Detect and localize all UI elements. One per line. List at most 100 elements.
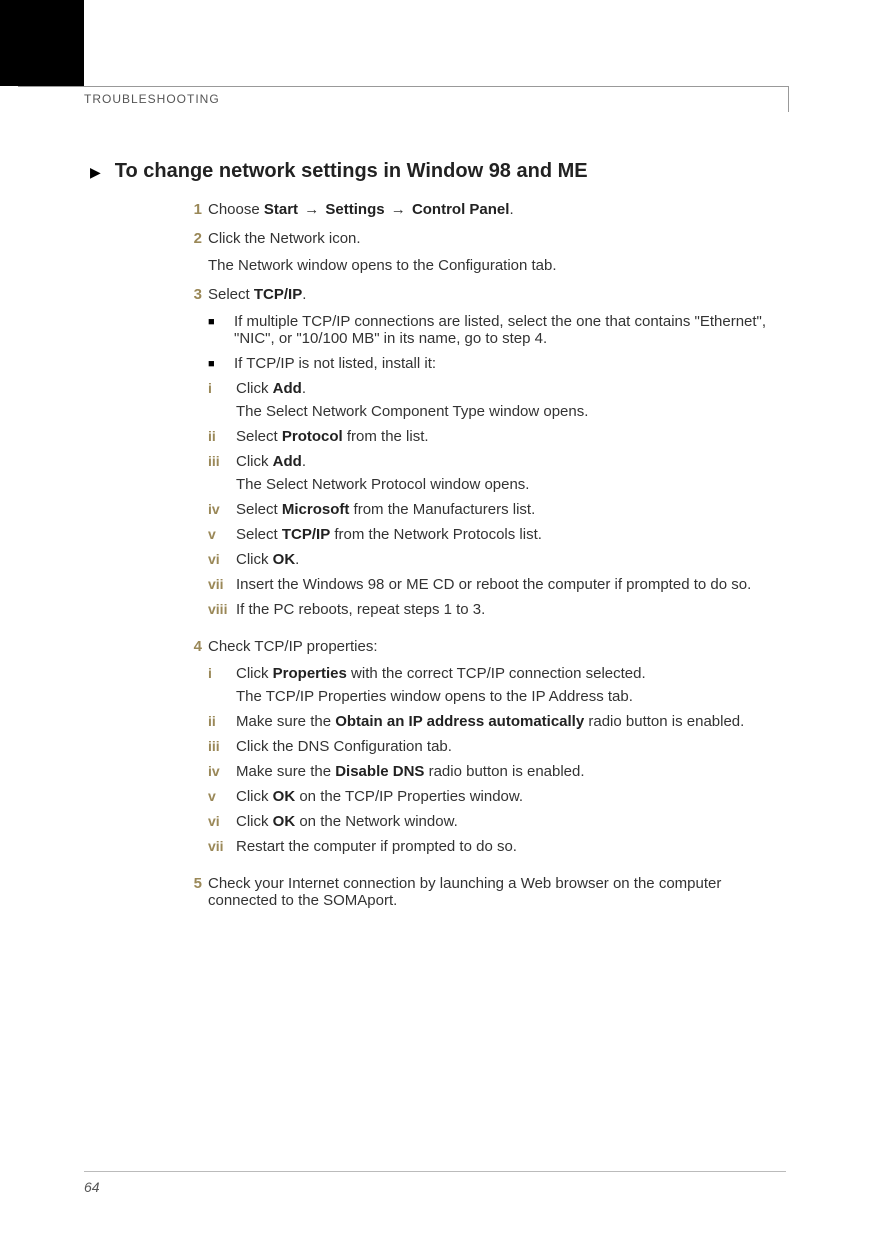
section-header: TROUBLESHOOTING (84, 92, 220, 106)
substep-text: Click (236, 788, 273, 805)
substep-number: ii (208, 713, 236, 729)
step-2: 2 Click the Network icon. The Network wi… (180, 230, 790, 274)
substep-iii: iii Click Add. The Select Network Protoc… (208, 453, 790, 493)
step-text: Select (208, 286, 254, 303)
substep-vi: vi Click OK on the Network window. (208, 813, 790, 830)
square-bullet-icon: ■ (208, 355, 234, 370)
substep-viii: viii If the PC reboots, repeat steps 1 t… (208, 601, 790, 618)
substep-v: v Click OK on the TCP/IP Properties wind… (208, 788, 790, 805)
step-text: Check your Internet connection by launch… (208, 875, 721, 909)
substep-followup: The Select Network Protocol window opens… (236, 476, 790, 493)
step-number: 2 (180, 230, 202, 247)
substep-number: v (208, 788, 236, 804)
step-text: . (302, 286, 306, 303)
substep-vii: vii Insert the Windows 98 or ME CD or re… (208, 576, 790, 593)
page-content: ▶ To change network settings in Window 9… (90, 160, 790, 921)
arrow-right-icon: → (302, 201, 321, 218)
substep-number: vi (208, 551, 236, 567)
step-text: Choose (208, 201, 264, 218)
substep-text: Click (236, 665, 273, 682)
substep-text: radio button is enabled. (424, 763, 584, 780)
substep-followup: The TCP/IP Properties window opens to th… (236, 688, 790, 705)
step-number: 3 (180, 286, 202, 303)
step-bold: Settings (325, 201, 384, 218)
substep-number: iv (208, 763, 236, 779)
substep-iii: iii Click the DNS Configuration tab. (208, 738, 790, 755)
substep-text: Click the DNS Configuration tab. (236, 738, 790, 755)
substep-followup: The Select Network Component Type window… (236, 403, 790, 420)
substep-text: Select (236, 526, 282, 543)
substep-bold: Properties (273, 665, 347, 682)
substep-ii: ii Make sure the Obtain an IP address au… (208, 713, 790, 730)
step-4: 4 Check TCP/IP properties: i Click Prope… (180, 638, 790, 863)
substep-number: iii (208, 453, 236, 469)
bullet-item: ■ If multiple TCP/IP connections are lis… (208, 313, 790, 347)
step-followup: The Network window opens to the Configur… (208, 257, 790, 274)
substep-number: iv (208, 501, 236, 517)
substep-ii: ii Select Protocol from the list. (208, 428, 790, 445)
substep-text: on the Network window. (295, 813, 458, 830)
substep-text: . (302, 453, 306, 470)
substep-bold: OK (273, 551, 296, 568)
substep-text: Click (236, 813, 273, 830)
substep-iv: iv Select Microsoft from the Manufacture… (208, 501, 790, 518)
substep-text: on the TCP/IP Properties window. (295, 788, 523, 805)
substep-text: Make sure the (236, 713, 335, 730)
substep-number: i (208, 380, 236, 396)
substep-number: vii (208, 576, 236, 592)
substep-bold: OK (273, 813, 296, 830)
step-bold: TCP/IP (254, 286, 302, 303)
header-rule (18, 86, 788, 87)
substep-vi: vi Click OK. (208, 551, 790, 568)
step-bold: Start (264, 201, 298, 218)
substep-text: Make sure the (236, 763, 335, 780)
header-vertical-rule (788, 86, 789, 112)
step-3: 3 Select TCP/IP. ■ If multiple TCP/IP co… (180, 286, 790, 626)
substep-text: . (302, 380, 306, 397)
substep-text: . (295, 551, 299, 568)
step-5: 5 Check your Internet connection by laun… (180, 875, 790, 909)
bullet-text: If multiple TCP/IP connections are liste… (234, 313, 790, 347)
substep-text: Click (236, 551, 273, 568)
substep-number: i (208, 665, 236, 681)
substep-bold: OK (273, 788, 296, 805)
substep-text: Insert the Windows 98 or ME CD or reboot… (236, 576, 790, 593)
footer-rule (84, 1171, 786, 1172)
substep-i: i Click Properties with the correct TCP/… (208, 665, 790, 705)
step-text: Check TCP/IP properties: (208, 638, 378, 655)
substep-text: Click (236, 380, 273, 397)
substep-text: from the Network Protocols list. (330, 526, 542, 543)
substep-bold: Disable DNS (335, 763, 424, 780)
step-text: Click the Network icon. (208, 230, 361, 247)
substep-v: v Select TCP/IP from the Network Protoco… (208, 526, 790, 543)
substep-vii: vii Restart the computer if prompted to … (208, 838, 790, 855)
substep-number: vi (208, 813, 236, 829)
step-number: 4 (180, 638, 202, 655)
substep-i: i Click Add. The Select Network Componen… (208, 380, 790, 420)
substep-text: from the list. (343, 428, 429, 445)
substep-number: ii (208, 428, 236, 444)
substep-text: If the PC reboots, repeat steps 1 to 3. (236, 601, 790, 618)
substep-number: v (208, 526, 236, 542)
substep-text: with the correct TCP/IP connection selec… (347, 665, 646, 682)
arrow-right-icon: → (389, 201, 408, 218)
square-bullet-icon: ■ (208, 313, 234, 328)
substep-number: iii (208, 738, 236, 754)
substep-iv: iv Make sure the Disable DNS radio butto… (208, 763, 790, 780)
substep-bold: Add (273, 453, 302, 470)
substep-bold: Microsoft (282, 501, 350, 518)
substep-text: Select (236, 428, 282, 445)
substep-bold: Protocol (282, 428, 343, 445)
step-bold: Control Panel (412, 201, 510, 218)
page-number: 64 (84, 1179, 100, 1195)
triangle-right-icon: ▶ (90, 160, 101, 181)
page-title: To change network settings in Window 98 … (115, 160, 588, 183)
substep-number: viii (208, 601, 236, 617)
step-number: 5 (180, 875, 202, 892)
substep-text: Restart the computer if prompted to do s… (236, 838, 790, 855)
bullet-item: ■ If TCP/IP is not listed, install it: (208, 355, 790, 372)
substep-text: Select (236, 501, 282, 518)
substep-text: from the Manufacturers list. (349, 501, 535, 518)
substep-text: Click (236, 453, 273, 470)
substep-bold: TCP/IP (282, 526, 330, 543)
